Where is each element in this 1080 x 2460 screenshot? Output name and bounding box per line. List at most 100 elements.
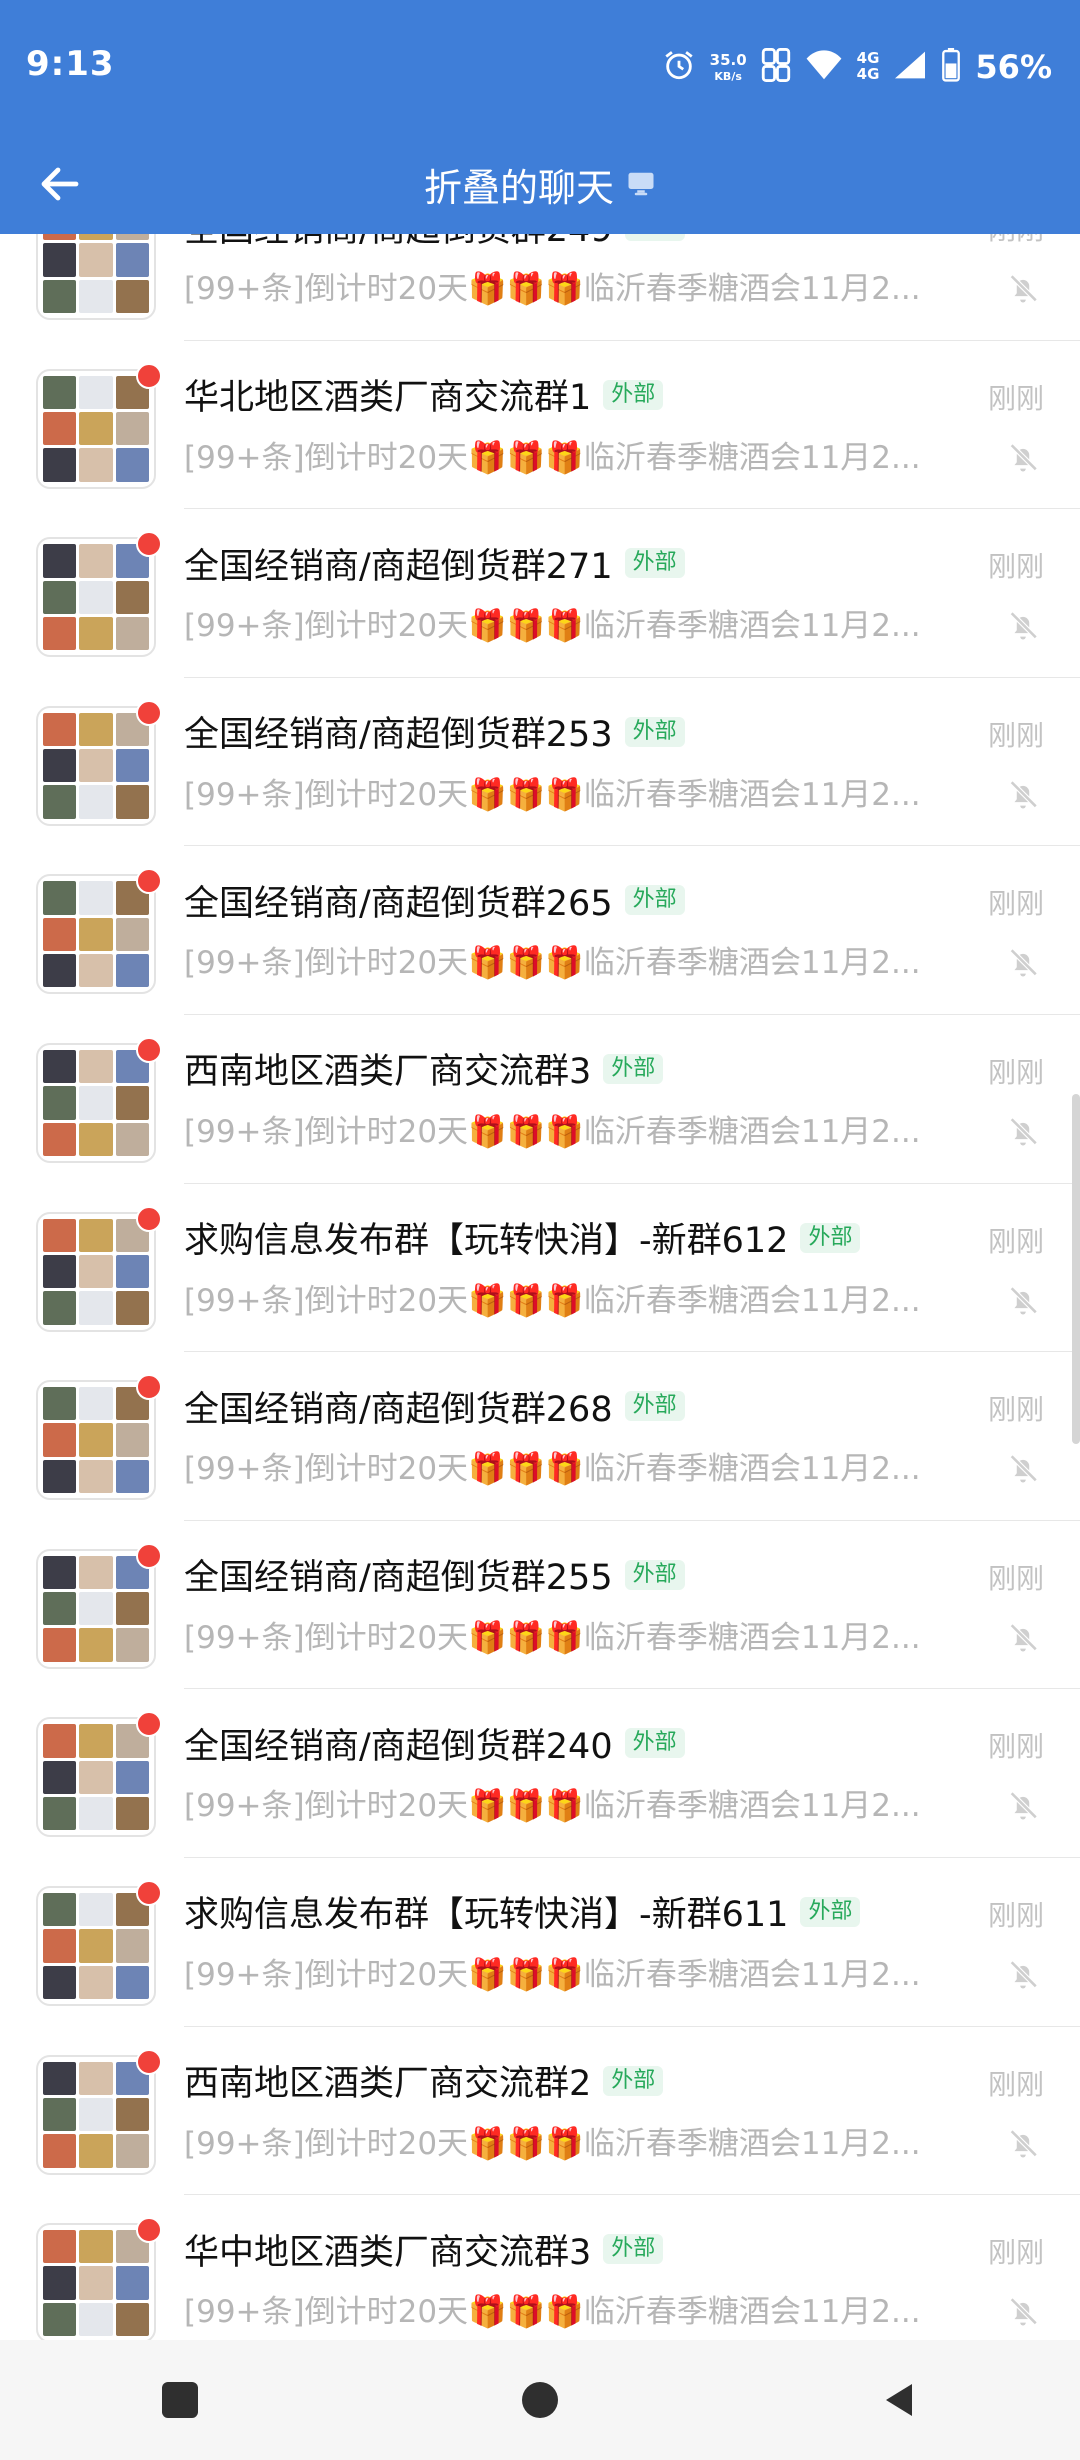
avatar-tile bbox=[115, 2302, 149, 2337]
avatar-tile bbox=[43, 616, 77, 651]
external-tag: 外部 bbox=[624, 1391, 685, 1422]
chat-item[interactable]: 全国经销商/商超倒货群255 外部 [99+条]倒计时20天🎁🎁🎁临沂春季糖酒会11… bbox=[0, 1521, 1080, 1690]
avatar-tile bbox=[43, 1086, 77, 1120]
scrollbar[interactable] bbox=[1072, 1094, 1080, 1444]
avatar-tile bbox=[43, 580, 77, 614]
chat-name-row: 全国经销商/商超倒货群240 外部 bbox=[184, 1715, 960, 1771]
avatar-tile bbox=[79, 448, 113, 482]
message-preview: [99+条]倒计时20天🎁🎁🎁临沂春季糖酒会11月2... bbox=[184, 271, 921, 307]
chat-name: 全国经销商/商超倒货群255 bbox=[184, 1558, 613, 1599]
avatar-tile bbox=[43, 279, 77, 313]
avatar-tile bbox=[115, 448, 149, 482]
chat-name: 全国经销商/商超倒货群253 bbox=[184, 715, 613, 756]
group-avatar bbox=[36, 1717, 156, 1838]
home-button[interactable] bbox=[480, 2340, 600, 2460]
group-avatar bbox=[36, 234, 156, 320]
message-preview: [99+条]倒计时20天🎁🎁🎁临沂春季糖酒会11月2... bbox=[184, 1788, 921, 1825]
message-preview: [99+条]倒计时20天🎁🎁🎁临沂春季糖酒会11月2... bbox=[184, 608, 921, 645]
avatar-tile bbox=[79, 2266, 113, 2300]
chat-name-row: 全国经销商/商超倒货群255 外部 bbox=[184, 1547, 960, 1603]
external-tag: 外部 bbox=[603, 379, 664, 410]
message-preview: [99+条]倒计时20天🎁🎁🎁临沂春季糖酒会11月2... bbox=[184, 2125, 921, 2162]
chat-item[interactable]: 求购信息发布群【玩转快消】-新群612 外部 [99+条]倒计时20天🎁🎁🎁临沂春季… bbox=[0, 1184, 1080, 1353]
recents-button[interactable] bbox=[120, 2340, 240, 2460]
chat-item[interactable]: 求购信息发布群【玩转快消】-新群611 外部 [99+条]倒计时20天🎁🎁🎁临沂春季… bbox=[0, 1858, 1080, 2027]
external-tag: 外部 bbox=[624, 716, 685, 747]
chat-name: 全国经销商/商超倒货群240 bbox=[184, 1726, 613, 1767]
chat-item[interactable]: 全国经销商/商超倒货群265 外部 [99+条]倒计时20天🎁🎁🎁临沂春季糖酒会11… bbox=[0, 846, 1080, 1015]
avatar-tile bbox=[43, 544, 77, 578]
chat-item[interactable]: 全国经销商/商超倒货群268 外部 [99+条]倒计时20天🎁🎁🎁临沂春季糖酒会11… bbox=[0, 1352, 1080, 1521]
avatar-tile bbox=[43, 1592, 77, 1626]
unread-dot bbox=[136, 2217, 162, 2244]
chat-list[interactable]: 全国经销商/商超倒货群249 外部 [99+条]倒计时20天🎁🎁🎁临沂春季糖酒会11… bbox=[0, 234, 1080, 2340]
unread-dot bbox=[136, 531, 162, 558]
unread-dot bbox=[136, 362, 162, 389]
avatar-tile bbox=[115, 580, 149, 614]
avatar-tile bbox=[79, 1724, 113, 1758]
avatar-tile bbox=[43, 2061, 77, 2095]
wifi-icon bbox=[805, 49, 843, 85]
title-wrap: 折叠的聊天 bbox=[0, 134, 1080, 234]
external-tag: 外部 bbox=[603, 1053, 664, 1084]
chat-item[interactable]: 华中地区酒类厂商交流群3 外部 [99+条]倒计时20天🎁🎁🎁临沂春季糖酒会11月2… bbox=[0, 2195, 1080, 2340]
chat-name-row: 求购信息发布群【玩转快消】-新群611 外部 bbox=[184, 1884, 960, 1940]
avatar-tile bbox=[79, 1797, 113, 1831]
external-tag: 外部 bbox=[624, 885, 685, 916]
unread-dot bbox=[136, 1205, 162, 1232]
avatar-tile bbox=[79, 1555, 113, 1590]
avatar-tile bbox=[115, 1086, 149, 1120]
chat-item[interactable]: 华北地区酒类厂商交流群1 外部 [99+条]倒计时20天🎁🎁🎁临沂春季糖酒会11月2… bbox=[0, 341, 1080, 510]
avatar-tile bbox=[115, 1459, 149, 1494]
chat-item[interactable]: 全国经销商/商超倒货群271 外部 [99+条]倒计时20天🎁🎁🎁临沂春季糖酒会11… bbox=[0, 509, 1080, 678]
chat-name: 全国经销商/商超倒货群265 bbox=[184, 883, 613, 924]
avatar-tile bbox=[79, 1049, 113, 1084]
avatar-tile bbox=[43, 1122, 77, 1156]
avatar-tile bbox=[79, 2097, 113, 2132]
external-tag: 外部 bbox=[603, 2234, 664, 2265]
avatar-tile bbox=[115, 616, 149, 651]
mute-bell-icon bbox=[1006, 1958, 1040, 1992]
message-preview: [99+条]倒计时20天🎁🎁🎁临沂春季糖酒会11月2... bbox=[184, 945, 921, 982]
chat-name-row: 全国经销商/商超倒货群249 外部 bbox=[184, 234, 960, 254]
chat-item[interactable]: 全国经销商/商超倒货群253 外部 [99+条]倒计时20天🎁🎁🎁临沂春季糖酒会11… bbox=[0, 678, 1080, 847]
unread-dot bbox=[136, 1711, 162, 1738]
avatar-tile bbox=[43, 1254, 77, 1289]
chat-item[interactable]: 西南地区酒类厂商交流群2 外部 [99+条]倒计时20天🎁🎁🎁临沂春季糖酒会11月2… bbox=[0, 2027, 1080, 2196]
avatar-tile bbox=[79, 616, 113, 651]
chat-item[interactable]: 西南地区酒类厂商交流群3 外部 [99+条]倒计时20天🎁🎁🎁临沂春季糖酒会11月2… bbox=[0, 1015, 1080, 1184]
avatar-tile bbox=[43, 1049, 77, 1084]
avatar-tile bbox=[79, 279, 113, 313]
unread-dot bbox=[136, 1542, 162, 1569]
chat-time: 刚刚 bbox=[988, 234, 1044, 248]
chat-name: 全国经销商/商超倒货群271 bbox=[184, 546, 613, 587]
external-tag: 外部 bbox=[624, 1559, 685, 1590]
avatar-tile bbox=[79, 712, 113, 747]
chat-name-row: 西南地区酒类厂商交流群3 外部 bbox=[184, 1041, 960, 1097]
avatar-tile bbox=[79, 749, 113, 783]
avatar-tile bbox=[79, 2230, 113, 2264]
mute-bell-icon bbox=[1006, 1284, 1040, 1318]
chat-time: 刚刚 bbox=[987, 381, 1044, 415]
avatar-tile bbox=[79, 1122, 113, 1156]
avatar-tile bbox=[115, 279, 149, 313]
avatar-tile bbox=[79, 1086, 113, 1120]
unread-dot bbox=[136, 1036, 162, 1063]
avatar-tile bbox=[79, 234, 113, 241]
chat-item[interactable]: 全国经销商/商超倒货群240 外部 [99+条]倒计时20天🎁🎁🎁临沂春季糖酒会11… bbox=[0, 1689, 1080, 1858]
avatar-tile bbox=[79, 785, 113, 819]
mute-bell-icon bbox=[1006, 1115, 1040, 1149]
avatar-tile bbox=[115, 243, 149, 277]
avatar-tile bbox=[115, 1122, 149, 1156]
message-preview: [99+条]倒计时20天🎁🎁🎁临沂春季糖酒会11月2... bbox=[184, 1113, 921, 1150]
avatar-tile bbox=[43, 1291, 77, 1325]
monitor-icon bbox=[628, 172, 654, 196]
avatar-tile bbox=[115, 954, 149, 988]
cell-signal-icon bbox=[893, 50, 927, 84]
avatar-tile bbox=[43, 234, 77, 241]
avatar-tile bbox=[43, 375, 77, 409]
chat-item[interactable]: 全国经销商/商超倒货群249 外部 [99+条]倒计时20天🎁🎁🎁临沂春季糖酒会11… bbox=[0, 234, 1080, 341]
avatar-tile bbox=[43, 917, 77, 952]
avatar-tile bbox=[43, 448, 77, 482]
system-back-button[interactable] bbox=[840, 2340, 960, 2460]
